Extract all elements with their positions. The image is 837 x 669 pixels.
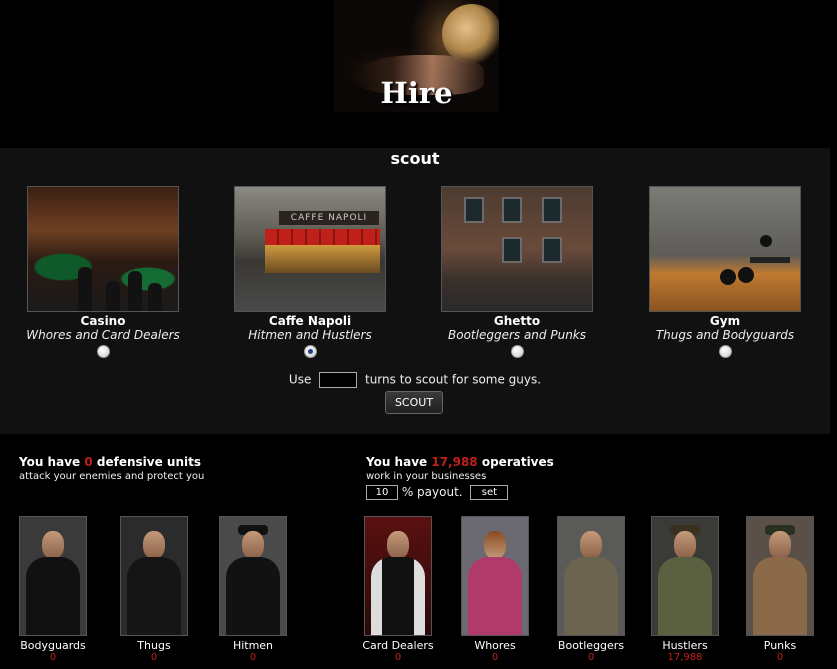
defensive-suffix: defensive units	[96, 455, 201, 469]
location-radio-ghetto[interactable]	[510, 345, 524, 358]
unit-count: 0	[491, 652, 499, 663]
use-prefix: Use	[288, 372, 312, 387]
unit-label: Hustlers	[662, 639, 708, 652]
use-suffix: turns to scout for some guys.	[365, 372, 542, 387]
payout-row: 10 % payout. set	[366, 485, 509, 501]
unit-count: 17,988	[667, 652, 703, 663]
unit-label: Thugs	[137, 639, 171, 652]
location-ghetto: Ghetto Bootleggers and Punks	[417, 186, 617, 358]
unit-label: Whores	[474, 639, 516, 652]
turns-input[interactable]	[319, 372, 358, 388]
ghetto-scene-image	[441, 186, 593, 312]
unit-thugs: Thugs 0	[109, 516, 199, 663]
location-name: Casino	[80, 314, 126, 328]
location-desc: Hitmen and Hustlers	[248, 328, 372, 342]
casino-scene-image	[27, 186, 179, 312]
location-desc: Thugs and Bodyguards	[655, 328, 795, 342]
unit-bootleggers: Bootleggers 0	[546, 516, 636, 663]
defensive-subtitle: attack your enemies and protect you	[19, 471, 205, 482]
scout-turns-line: Use turns to scout for some guys.	[0, 372, 830, 388]
location-caffe-napoli: CAFFE NAPOLI Caffe Napoli Hitmen and Hus…	[210, 186, 410, 358]
punk-portrait	[746, 516, 814, 636]
payout-label: % payout.	[401, 485, 463, 499]
location-gym: Gym Thugs and Bodyguards	[625, 186, 825, 358]
whore-portrait	[461, 516, 529, 636]
unit-label: Card Dealers	[362, 639, 434, 652]
location-radio-caffe-napoli[interactable]	[303, 345, 317, 358]
unit-count: 0	[249, 652, 257, 663]
caffe-scene-image: CAFFE NAPOLI	[234, 186, 386, 312]
payout-set-button[interactable]: set	[470, 485, 509, 500]
operatives-subtitle: work in your businesses	[366, 471, 487, 482]
location-name: Gym	[709, 314, 741, 328]
banner-figure-hair	[442, 4, 499, 64]
caffe-sign: CAFFE NAPOLI	[279, 211, 379, 225]
unit-whores: Whores 0	[450, 516, 540, 663]
bodyguard-portrait	[19, 516, 87, 636]
location-desc: Bootleggers and Punks	[448, 328, 586, 342]
unit-count: 0	[587, 652, 595, 663]
location-name: Ghetto	[493, 314, 541, 328]
scout-button[interactable]: SCOUT	[385, 391, 443, 414]
page-title: Hire	[380, 76, 453, 110]
scout-title: scout	[390, 149, 440, 168]
unit-card-dealers: Card Dealers 0	[353, 516, 443, 663]
operatives-summary: You have 17,988 operatives	[366, 455, 554, 469]
unit-count: 0	[776, 652, 784, 663]
location-radio-casino[interactable]	[96, 345, 110, 358]
location-name: Caffe Napoli	[268, 314, 352, 328]
operatives-count: 17,988	[431, 455, 478, 469]
unit-count: 0	[150, 652, 158, 663]
unit-count: 0	[394, 652, 402, 663]
unit-label: Punks	[763, 639, 797, 652]
unit-label: Hitmen	[232, 639, 274, 652]
location-radio-gym[interactable]	[718, 345, 732, 358]
unit-punks: Punks 0	[735, 516, 825, 663]
hitman-portrait	[219, 516, 287, 636]
gym-scene-image	[649, 186, 801, 312]
payout-input[interactable]: 10	[366, 485, 398, 500]
operatives-suffix: operatives	[481, 455, 554, 469]
unit-hustlers: Hustlers 17,988	[640, 516, 730, 663]
unit-bodyguards: Bodyguards 0	[8, 516, 98, 663]
location-desc: Whores and Card Dealers	[26, 328, 180, 342]
defensive-prefix: You have	[19, 455, 81, 469]
card-dealer-portrait	[364, 516, 432, 636]
defensive-summary: You have 0 defensive units	[19, 455, 201, 469]
bootlegger-portrait	[557, 516, 625, 636]
unit-label: Bootleggers	[557, 639, 625, 652]
hire-banner: Hire	[334, 0, 499, 112]
unit-count: 0	[49, 652, 57, 663]
defensive-count: 0	[84, 455, 93, 469]
hustler-portrait	[651, 516, 719, 636]
scout-panel: scout Casino Whores and Card Dealers CAF…	[0, 148, 830, 434]
operatives-prefix: You have	[366, 455, 428, 469]
location-casino: Casino Whores and Card Dealers	[3, 186, 203, 358]
unit-label: Bodyguards	[20, 639, 86, 652]
thug-portrait	[120, 516, 188, 636]
unit-hitmen: Hitmen 0	[208, 516, 298, 663]
